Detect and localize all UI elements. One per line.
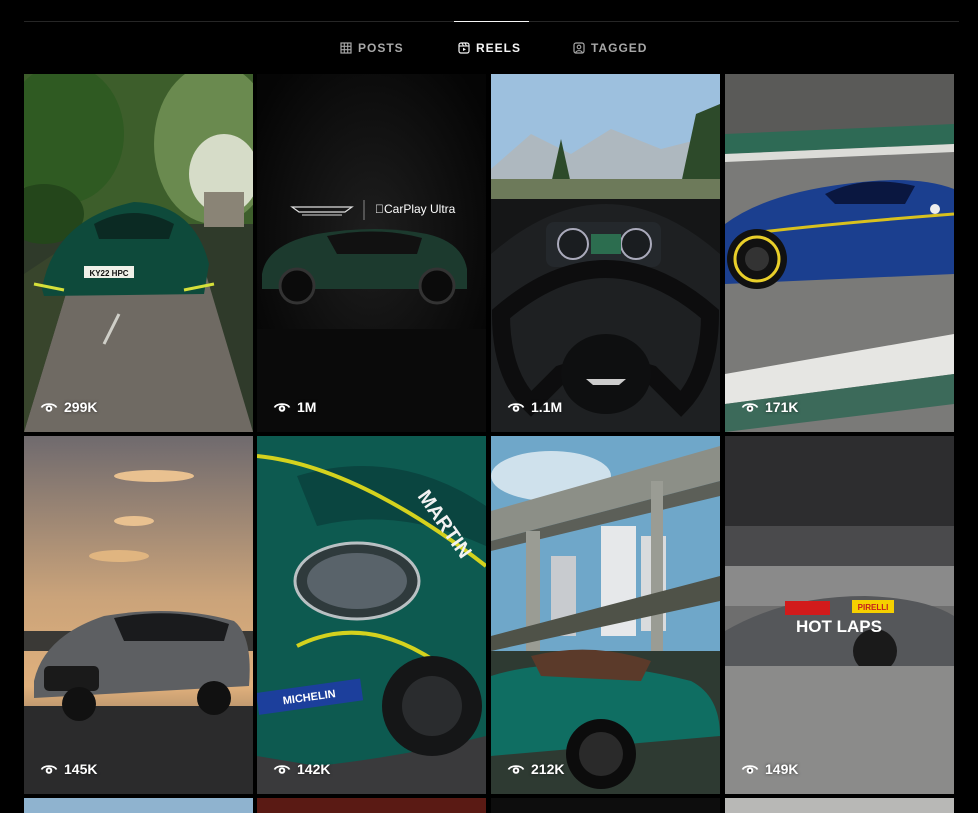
eye-icon [273,765,291,774]
reel-tile[interactable]: KY22 HPC 299K [24,74,253,432]
reel-tile[interactable]: PIRELLI HOT LAPS 149K [725,436,954,794]
pirelli-text: PIRELLI [858,603,889,612]
view-count: 142K [273,760,330,778]
view-count-label: 299K [64,399,98,415]
reel-tile-partial[interactable] [257,798,486,813]
reel-tile-partial[interactable] [24,798,253,813]
carplay-brand-label: CarPlay Ultra [375,202,455,216]
reel-tile[interactable]: MICHELIN MARTIN 142K [257,436,486,794]
reel-tile[interactable]: 1.1M [491,74,720,432]
reel-thumbnail: PIRELLI HOT LAPS [725,436,954,794]
view-count-label: 145K [64,761,98,777]
tagged-icon [573,42,585,54]
reel-tile-partial[interactable] [491,798,720,813]
reel-thumbnail: MICHELIN MARTIN [257,436,486,794]
view-count-label: 1.1M [531,399,563,415]
tab-reels-label: REELS [476,41,522,55]
tab-reels[interactable]: REELS [453,21,530,74]
view-count: 1.1M [507,398,562,416]
carplay-brand: CarPlay Ultra [375,202,455,216]
tab-posts[interactable]: POSTS [340,22,404,74]
view-count-label: 149K [765,761,799,777]
view-count: 171K [741,398,798,416]
eye-icon [741,403,759,412]
reel-thumbnail [24,798,253,813]
reel-thumbnail [491,798,720,813]
reel-thumbnail [725,798,954,813]
reel-thumbnail: KY22 HPC [24,74,253,432]
reel-thumbnail [491,436,720,794]
profile-tabs: POSTS REELS TAGGED [24,21,959,74]
view-count-label: 171K [765,399,799,415]
reel-thumbnail [24,436,253,794]
view-count: 145K [40,760,97,778]
plate-text: KY22 HPC [89,269,128,278]
reel-thumbnail [257,74,486,432]
eye-icon [273,403,291,412]
reel-tile[interactable]: CarPlay Ultra 1M [257,74,486,432]
reel-thumbnail [491,74,720,432]
eye-icon [507,765,525,774]
tab-posts-label: POSTS [358,41,404,55]
view-count: 299K [40,398,97,416]
view-count-label: 212K [531,761,565,777]
hot-laps-title: HOT LAPS [796,617,882,636]
tab-tagged-label: TAGGED [591,41,648,55]
eye-icon [741,765,759,774]
reel-thumbnail [257,798,486,813]
reels-icon [458,42,470,54]
eye-icon [40,765,58,774]
grid-icon [340,42,352,54]
eye-icon [507,403,525,412]
reel-tile[interactable]: 145K [24,436,253,794]
reel-thumbnail [725,74,954,432]
reel-tile[interactable]: 171K [725,74,954,432]
view-count: 212K [507,760,564,778]
view-count-label: 142K [297,761,331,777]
view-count: 1M [273,398,316,416]
view-count-label: 1M [297,399,317,415]
tab-tagged[interactable]: TAGGED [573,22,647,74]
eye-icon [40,403,58,412]
reel-tile[interactable]: 212K [491,436,720,794]
view-count: 149K [741,760,798,778]
reel-tile-partial[interactable] [725,798,954,813]
